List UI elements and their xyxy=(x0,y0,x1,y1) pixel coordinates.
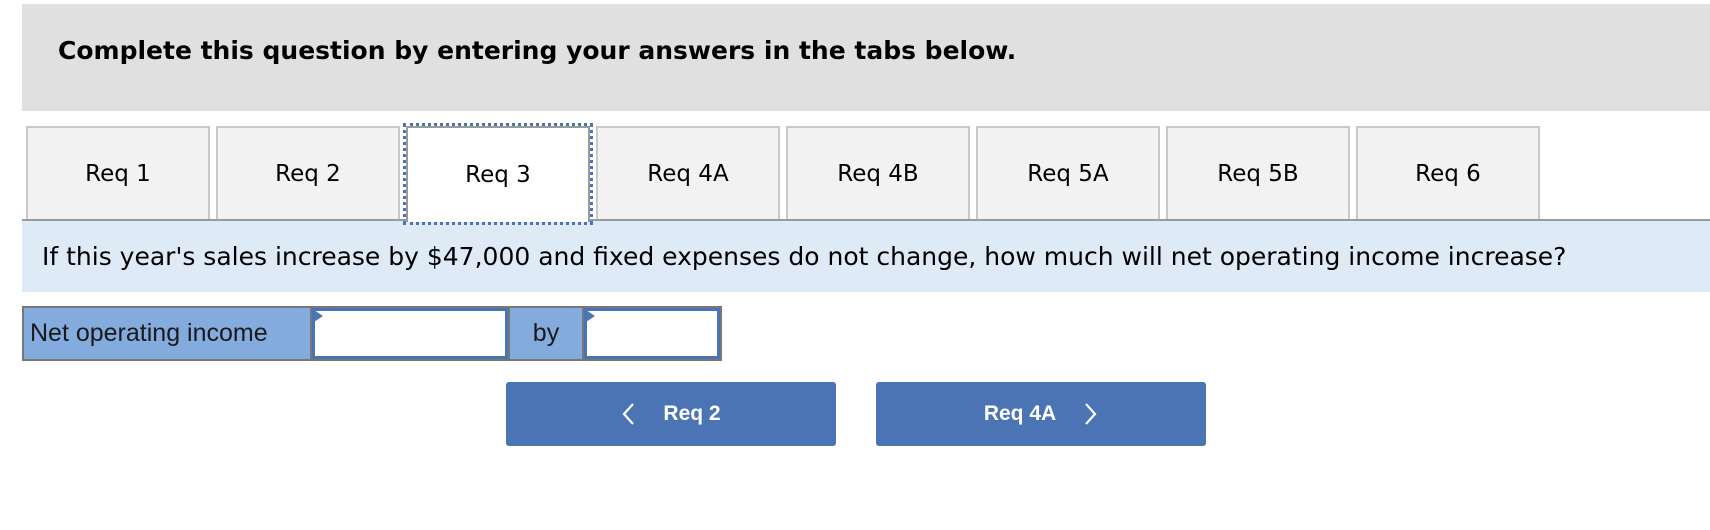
answer-row: Net operating income by xyxy=(22,306,722,361)
direction-input-cell xyxy=(312,308,508,359)
tab-label: Req 5A xyxy=(1027,161,1109,187)
input-marker-icon xyxy=(586,310,596,322)
question-panel: If this year's sales increase by $47,000… xyxy=(22,221,1710,292)
chevron-right-icon xyxy=(1084,402,1098,426)
amount-input-cell xyxy=(584,308,720,359)
tab-label: Req 1 xyxy=(85,161,151,187)
tab-req-3[interactable]: Req 3 xyxy=(403,123,593,225)
input-marker-icon xyxy=(314,310,324,322)
amount-input[interactable] xyxy=(587,311,717,356)
next-req-label: Req 4A xyxy=(983,402,1057,425)
tab-label: Req 3 xyxy=(465,162,531,188)
net-operating-income-label: Net operating income xyxy=(24,308,311,359)
tab-label: Req 6 xyxy=(1415,161,1481,187)
tab-label: Req 4A xyxy=(647,161,729,187)
instructions-header: Complete this question by entering your … xyxy=(22,4,1710,111)
tab-req-2[interactable]: Req 2 xyxy=(216,126,400,220)
by-label: by xyxy=(509,308,583,359)
tab-req-4b[interactable]: Req 4B xyxy=(786,126,970,220)
tab-req-4a[interactable]: Req 4A xyxy=(596,126,780,220)
instructions-title: Complete this question by entering your … xyxy=(58,36,1017,65)
next-req-button[interactable]: Req 4A xyxy=(876,382,1206,446)
chevron-left-icon xyxy=(621,402,635,426)
direction-input[interactable] xyxy=(315,311,505,356)
tab-label: Req 5B xyxy=(1217,161,1299,187)
tab-req-5a[interactable]: Req 5A xyxy=(976,126,1160,220)
tab-req-6[interactable]: Req 6 xyxy=(1356,126,1540,220)
tab-req-5b[interactable]: Req 5B xyxy=(1166,126,1350,220)
tab-label: Req 4B xyxy=(837,161,919,187)
tab-label: Req 2 xyxy=(275,161,341,187)
question-text: If this year's sales increase by $47,000… xyxy=(42,242,1567,271)
prev-req-label: Req 2 xyxy=(663,402,721,425)
tab-req-1[interactable]: Req 1 xyxy=(26,126,210,220)
prev-req-button[interactable]: Req 2 xyxy=(506,382,836,446)
